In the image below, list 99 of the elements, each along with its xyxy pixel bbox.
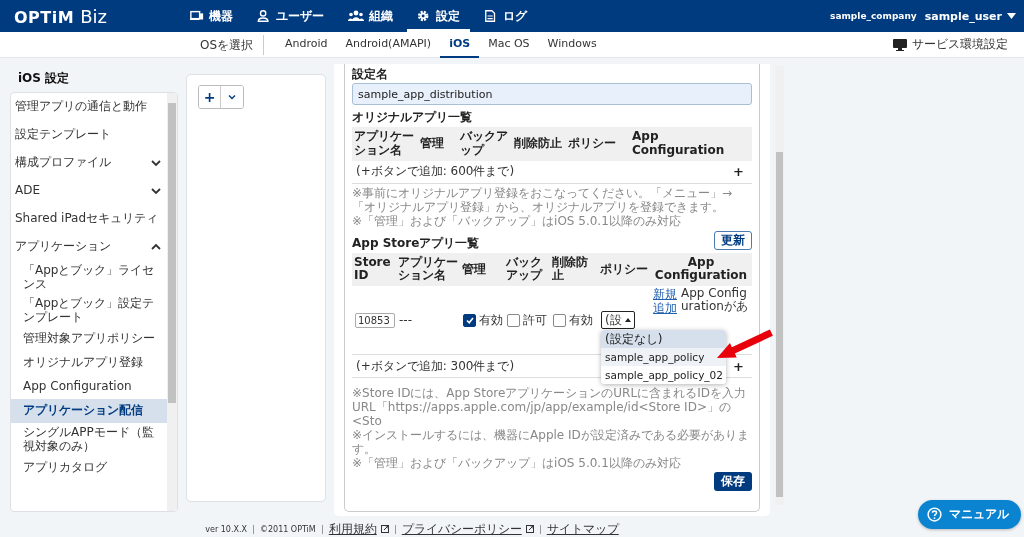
column-header: Store ID	[353, 253, 392, 285]
version-text: ver 10.X.X	[205, 524, 247, 534]
sidebar-item[interactable]: 管理アプリの通信と動作	[11, 93, 167, 121]
add-button[interactable]: +	[199, 86, 221, 108]
column-header: 削除防止	[551, 253, 589, 285]
sidebar-subitem[interactable]: 管理対象アプリポリシー	[11, 326, 167, 351]
sidebar-item[interactable]: ADE	[11, 177, 167, 205]
sidebar-item[interactable]: アプリケーション	[11, 233, 167, 261]
external-link-icon[interactable]	[380, 525, 389, 533]
dropdown-option[interactable]: sample_app_policy_02	[601, 366, 726, 385]
column-header: 管理	[461, 260, 487, 278]
logo-suffix: Biz	[80, 5, 107, 27]
document-icon	[484, 9, 498, 23]
field-label: 設定名	[352, 67, 389, 81]
note-text: ※事前にオリジナルアプリ登録をおこなってください。「メニュー」→「オリジナルアプリ登録」から、オリジナルアプリを登録できます。	[352, 185, 734, 214]
sidebar-subitem[interactable]: 「Appとブック」ライセンス	[11, 261, 167, 294]
policy-select[interactable]: (設	[601, 311, 635, 330]
footer-link[interactable]: 利用規約	[328, 520, 377, 537]
sidebar-subitem[interactable]: アプリケーション配信	[11, 398, 167, 423]
caret-down-icon	[1007, 13, 1016, 19]
column-header: アプリケーション名	[353, 128, 415, 159]
os-tab[interactable]: Mac OS	[479, 31, 539, 58]
add-row-button[interactable]: +	[729, 164, 748, 180]
new-link[interactable]: 新規追加	[653, 287, 678, 316]
store-id-field[interactable]: 10853	[355, 312, 395, 328]
monitor-icon	[893, 38, 907, 51]
checkbox-label: 有効	[479, 311, 503, 329]
column-header: 管理	[419, 134, 445, 152]
os-tab[interactable]: Windows	[538, 31, 606, 58]
column-header: App Configuration	[653, 253, 749, 285]
note-text: ※「管理」および「バックアップ」はiOS 5.0.1以降のみ対応	[352, 456, 682, 471]
column-header: アプリケーション名	[397, 253, 459, 285]
sidebar-item[interactable]: Shared iPadセキュリティ	[11, 205, 167, 233]
section-title: オリジナルアプリ一覧	[352, 110, 473, 124]
note-text: ※Store IDには、App StoreアプリケーションのURLに含まれるIDを入力	[352, 386, 747, 401]
sidebar-subitem[interactable]: オリジナルアプリ登録	[11, 350, 167, 375]
scrollbar[interactable]	[775, 66, 784, 505]
settings-icon	[417, 9, 431, 23]
dropdown-option[interactable]: sample_app_policy	[601, 348, 726, 367]
sidebar-item[interactable]: 構成プロファイル	[11, 149, 167, 177]
chevron-down-icon	[151, 187, 161, 195]
sidebar-subitem[interactable]: シングルAPPモード（監視対象のみ）	[11, 422, 167, 456]
sidebar-title: iOS 設定	[18, 70, 71, 87]
sidebar-subitem[interactable]: App Configuration	[11, 374, 167, 399]
column-header: App Configuration	[631, 128, 726, 159]
checkbox[interactable]	[553, 313, 566, 327]
column-header: ポリシー	[599, 260, 649, 278]
os-tab[interactable]: Android	[276, 31, 337, 58]
column-header: 削除防止	[513, 134, 563, 152]
people-icon	[348, 9, 364, 23]
service-settings-link[interactable]: サービス環境設定	[893, 36, 1008, 53]
nav-tab[interactable]: 機器	[180, 0, 243, 32]
os-tab[interactable]: iOS	[440, 31, 480, 58]
table-cell-text: ---	[399, 313, 413, 328]
chevron-up-icon	[151, 243, 161, 251]
check-icon	[465, 316, 474, 324]
add-hint: (+ボタンで追加: 600件まで)	[356, 163, 515, 181]
nav-tab[interactable]: 組織	[338, 0, 403, 32]
note-text: URL「https://apps.apple.com/jp/app/example/id<Store ID>」の<Sto	[352, 400, 732, 429]
section-title: App Storeアプリ一覧	[352, 235, 480, 250]
table-cell-text: App Configurationがあ	[681, 287, 749, 314]
refresh-button[interactable]: 更新	[714, 230, 752, 250]
user-menu[interactable]: sample_user	[924, 9, 1016, 23]
sidebar-subitem[interactable]: 「Appとブック」設定テンプレート	[11, 293, 167, 327]
user-icon	[257, 9, 271, 23]
chevron-down-icon	[151, 159, 161, 167]
dropdown-option[interactable]: (設定なし)	[601, 330, 726, 349]
column-header: ポリシー	[567, 134, 617, 152]
scrollbar-thumb[interactable]	[776, 152, 783, 497]
checkbox-label: 許可	[523, 311, 547, 329]
sidebar-subitem[interactable]: アプリカタログ	[11, 455, 167, 480]
chevron-down-icon	[228, 94, 236, 100]
column-header: バックアップ	[505, 253, 544, 285]
checkbox[interactable]	[463, 313, 476, 327]
add-row-button[interactable]: +	[729, 358, 748, 374]
manual-button[interactable]: マニュアル	[918, 500, 1021, 529]
scrollbar-thumb[interactable]	[168, 103, 176, 403]
nav-tab[interactable]: ユーザー	[247, 0, 334, 32]
os-select-label: OSを選択	[200, 34, 265, 55]
note-text: ※「管理」および「バックアップ」はiOS 5.0.1以降のみ対応	[352, 213, 682, 228]
sidebar-item[interactable]: 設定テンプレート	[11, 121, 167, 149]
checkbox[interactable]	[507, 313, 520, 327]
os-tab[interactable]: Android(AMAPI)	[336, 31, 441, 58]
name-field[interactable]: sample_app_distribution	[352, 83, 752, 105]
devices-icon	[190, 9, 204, 23]
column-header: バックアップ	[459, 128, 509, 159]
external-link-icon[interactable]	[525, 525, 534, 533]
nav-tab[interactable]: ログ	[474, 0, 537, 32]
logo: OPTiM	[14, 7, 75, 27]
checkbox-label: 有効	[569, 311, 593, 329]
copyright-text: ©2011 OPTiM	[259, 524, 316, 534]
add-hint: (+ボタンで追加: 300件まで)	[356, 357, 515, 375]
help-icon	[927, 507, 942, 522]
save-button[interactable]: 保存	[714, 472, 752, 492]
footer-link[interactable]: プライバシーポリシー	[401, 520, 522, 537]
note-text: ※インストールするには、機器にApple IDが設定済みである必要があります。	[352, 428, 750, 457]
footer-link[interactable]: サイトマップ	[546, 520, 619, 537]
caret-up-icon	[624, 318, 631, 323]
company-name: sample_company	[830, 11, 917, 21]
